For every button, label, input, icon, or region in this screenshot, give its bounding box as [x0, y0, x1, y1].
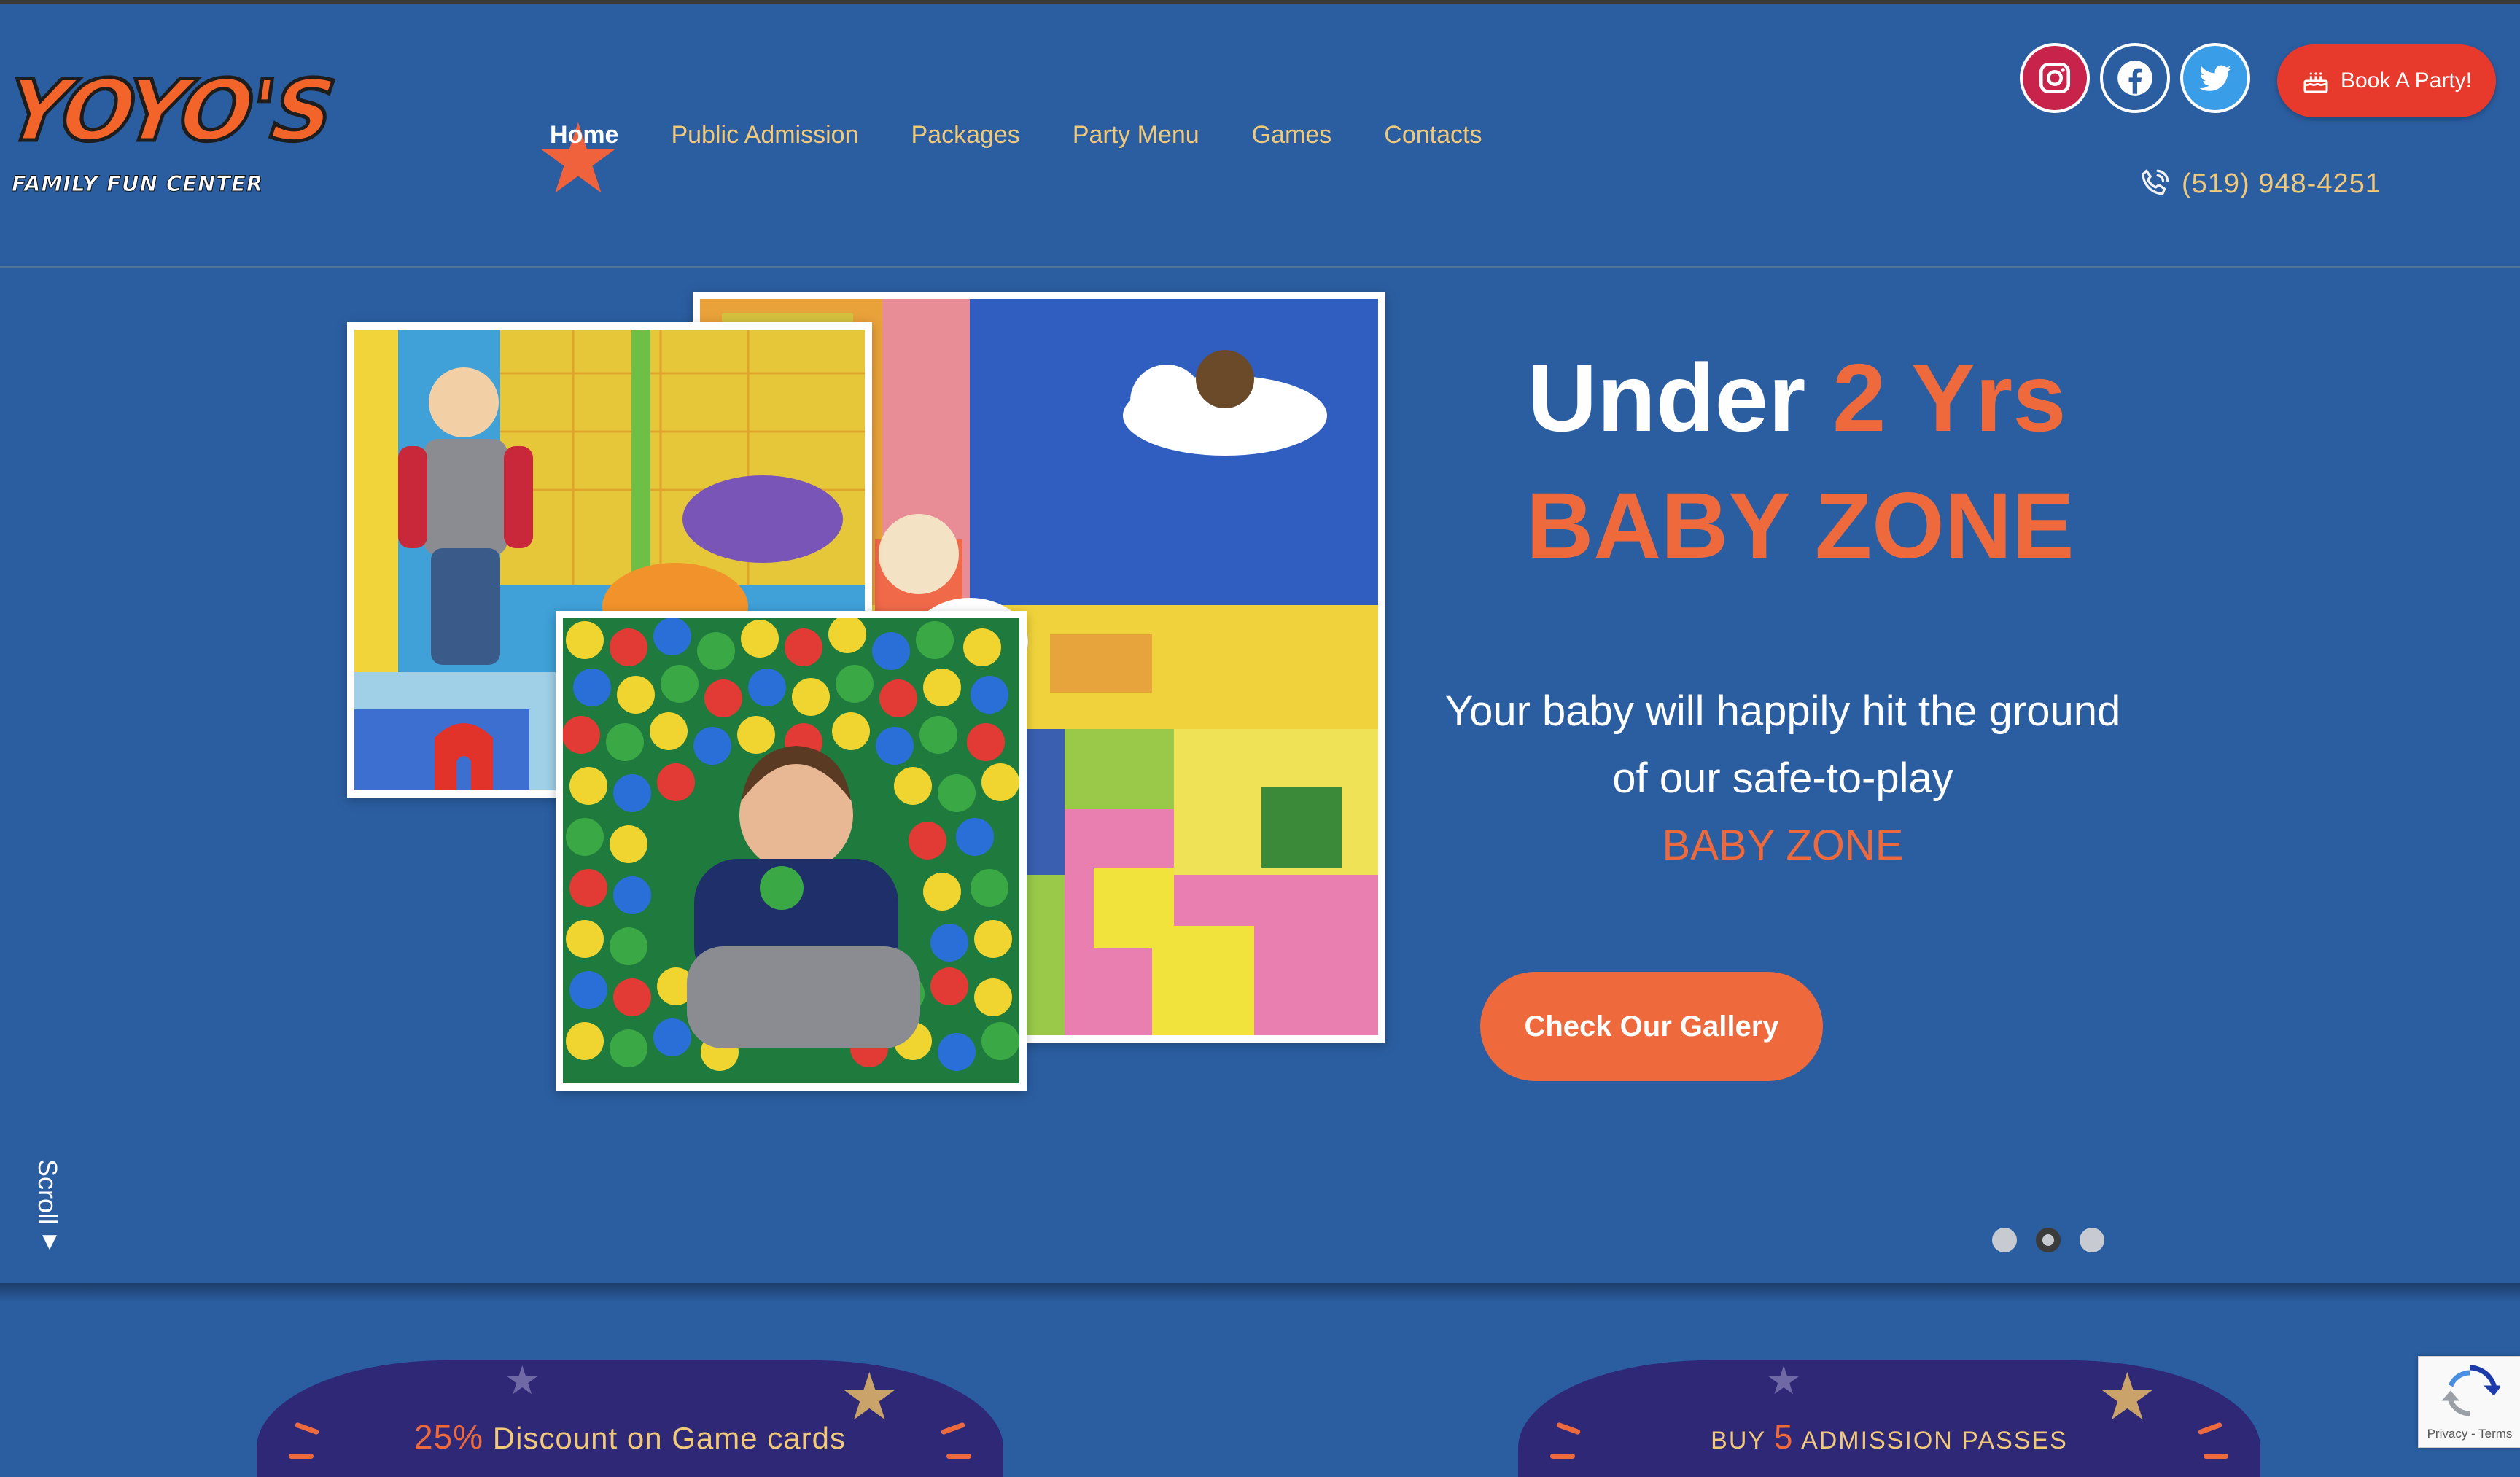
promo-number: 5 [1773, 1418, 1794, 1456]
twitter-button[interactable] [2180, 43, 2250, 113]
slider-dots [1992, 1228, 2123, 1252]
hero-title: Under 2 Yrs [1528, 350, 2066, 446]
promo-card-game-cards[interactable]: ★ ★ 25% Discount on Game cards [257, 1357, 1003, 1477]
slider-dot-1[interactable] [1992, 1228, 2017, 1252]
cake-icon [2301, 66, 2330, 96]
slider-dot-3[interactable] [2080, 1228, 2104, 1252]
logo-subtitle: FAMILY FUN CENTER [11, 171, 264, 197]
hero-photo-ball-pit [556, 611, 1027, 1091]
logo[interactable]: YOYO'S FAMILY FUN CENTER [0, 61, 340, 208]
promo-number: 25% [414, 1418, 484, 1456]
book-party-button[interactable]: Book A Party! [2277, 44, 2496, 117]
instagram-icon [2039, 62, 2071, 94]
recaptcha-icon [2441, 1365, 2500, 1416]
twitter-icon [2199, 65, 2231, 91]
nav-item-games[interactable]: Games [1252, 121, 1332, 149]
hero-desc-line3: BABY ZONE [1662, 822, 1904, 869]
hero-desc-line2: of our safe-to-play [1612, 755, 1953, 802]
promo-card-admission-passes[interactable]: ★ ★ BUY 5 ADMISSION PASSES [1518, 1357, 2260, 1477]
facebook-icon [2118, 61, 2152, 96]
recaptcha-badge[interactable]: Privacy - Terms [2418, 1356, 2520, 1448]
hero-title-prefix: Under [1528, 344, 1806, 451]
hero-title-accent: 2 Yrs [1832, 344, 2066, 451]
scroll-label: Scroll [33, 1159, 63, 1225]
logo-wordmark: YOYO'S [0, 61, 340, 163]
promo-text: BUY 5 ADMISSION PASSES [1518, 1417, 2260, 1457]
recaptcha-links[interactable]: Privacy - Terms [2419, 1427, 2520, 1441]
nav-item-contacts[interactable]: Contacts [1384, 121, 1482, 149]
phone-link[interactable]: (519) 948-4251 [2136, 165, 2381, 202]
nav-item-packages[interactable]: Packages [911, 121, 1019, 149]
star-icon: ★ [1766, 1357, 1802, 1403]
phone-icon [2142, 169, 2169, 195]
slider-dot-2[interactable] [2036, 1228, 2061, 1252]
promo-text: 25% Discount on Game cards [257, 1417, 1003, 1457]
promo-label: ADMISSION PASSES [1801, 1427, 2068, 1454]
header-divider [0, 266, 2520, 268]
gallery-button[interactable]: Check Our Gallery [1480, 972, 1823, 1081]
book-party-label: Book A Party! [2340, 69, 2473, 93]
facebook-button[interactable] [2100, 43, 2170, 113]
hero-description: Your baby will happily hit the ground of… [1400, 678, 2166, 879]
star-icon: ★ [505, 1357, 540, 1403]
hero-bottom-shadow [0, 1283, 2520, 1302]
scroll-indicator[interactable]: Scroll ▼ [32, 1159, 76, 1252]
nav-item-public-admission[interactable]: Public Admission [671, 121, 858, 149]
instagram-button[interactable] [2020, 43, 2090, 113]
main-nav: ★ Home Public Admission Packages Party M… [540, 117, 1534, 203]
hero-desc-line1: Your baby will happily hit the ground [1444, 687, 2121, 735]
promo-label: Discount on Game cards [492, 1421, 846, 1455]
caret-down-icon: ▼ [42, 1231, 57, 1252]
phone-number: (519) 948-4251 [2182, 168, 2381, 199]
hero-subtitle: BABY ZONE [1526, 474, 2074, 578]
nav-item-party-menu[interactable]: Party Menu [1073, 121, 1199, 149]
promo-prefix: BUY [1711, 1427, 1766, 1454]
site-header: YOYO'S FAMILY FUN CENTER ★ Home Public A… [0, 4, 2520, 266]
nav-item-home[interactable]: ★ Home [540, 117, 618, 203]
